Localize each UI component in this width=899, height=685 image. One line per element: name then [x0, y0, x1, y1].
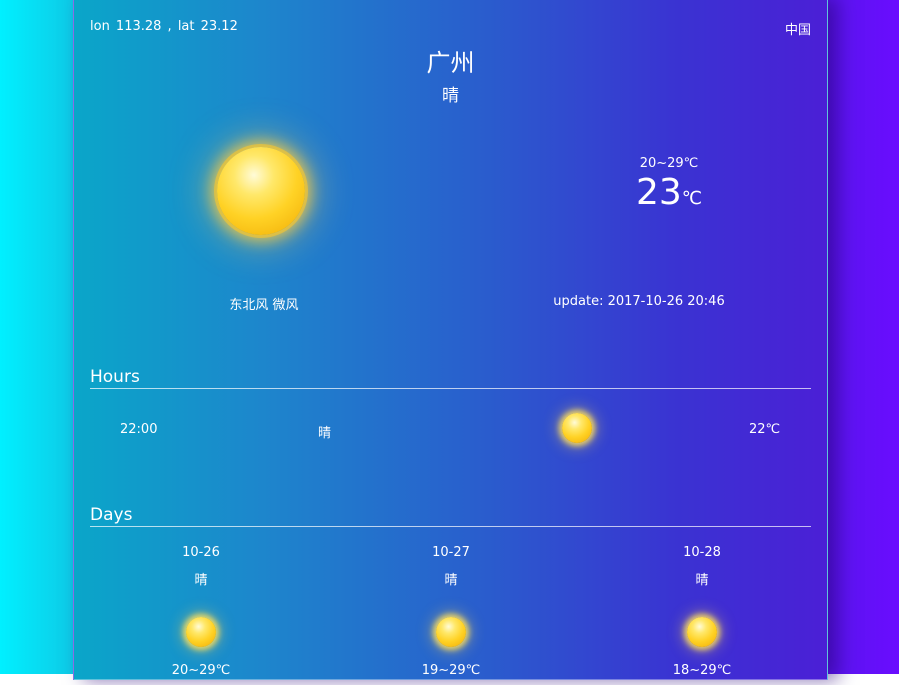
hours-section-title: Hours	[90, 367, 811, 389]
current-temp-value: 23	[635, 172, 682, 213]
days-section-title: Days	[90, 505, 811, 527]
day-forecast: 10-26 晴 20~29℃	[131, 545, 271, 685]
country-label: 中国	[784, 23, 811, 38]
hour-time: 22:00	[120, 422, 158, 437]
day-date: 10-26	[182, 545, 220, 560]
current-condition: 晴	[442, 86, 459, 106]
sun-icon	[687, 617, 717, 647]
day-condition: 晴	[194, 573, 208, 588]
sun-icon	[436, 617, 466, 647]
current-temp-unit: ℃	[681, 188, 703, 209]
day-condition: 晴	[444, 573, 458, 588]
day-temp-range: 20~29℃	[171, 663, 231, 678]
sun-icon	[562, 413, 592, 443]
hour-temperature: 22℃	[749, 422, 781, 437]
day-temp-range: 19~29℃	[421, 663, 481, 678]
update-time: update: 2017-10-26 20:46	[553, 294, 725, 309]
city-name: 广州	[426, 49, 475, 77]
day-forecast: 10-28 晴 18~29℃	[632, 545, 772, 685]
wind-info: 东北风 微风	[229, 298, 299, 313]
coordinates: lon 113.28 , lat 23.12	[90, 19, 238, 34]
today-temp-range: 20~29℃	[639, 156, 699, 171]
day-date: 10-28	[683, 545, 721, 560]
current-temperature: 23℃	[604, 171, 734, 221]
hour-condition: 晴	[318, 426, 332, 441]
day-date: 10-27	[432, 545, 470, 560]
day-forecast: 10-27 晴 19~29℃	[381, 545, 521, 685]
sun-icon	[217, 147, 305, 235]
day-condition: 晴	[695, 573, 709, 588]
day-temp-range: 18~29℃	[672, 663, 732, 678]
weather-card: lon 113.28 , lat 23.12 中国 广州 晴 20~29℃ 23…	[73, 0, 828, 680]
sun-icon	[186, 617, 216, 647]
